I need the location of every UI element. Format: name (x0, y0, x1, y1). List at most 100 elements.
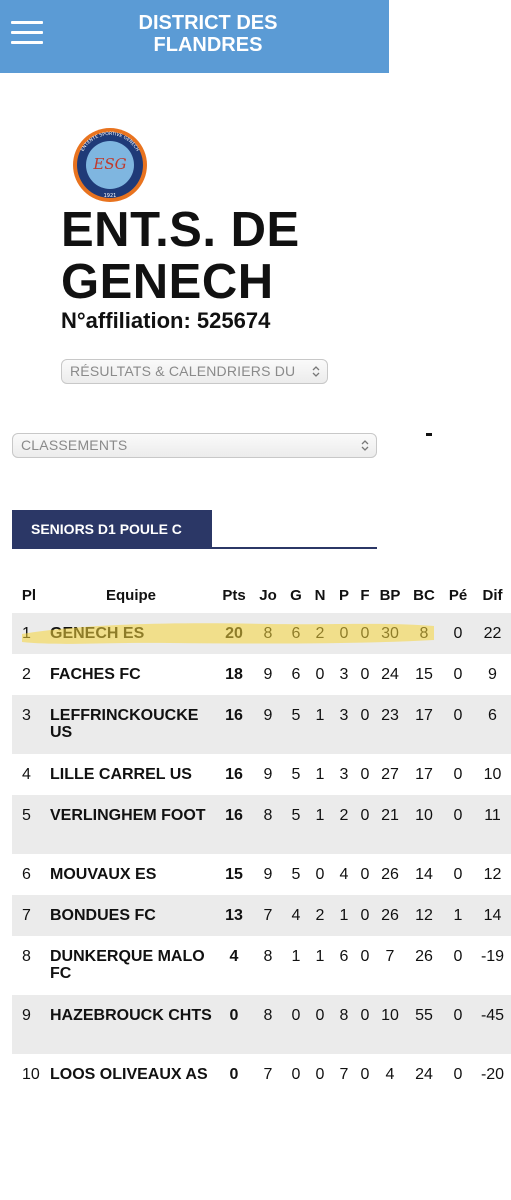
cell-bc: 26 (415, 948, 433, 965)
cell-jo: 8 (263, 807, 273, 824)
cell-dif: -19 (480, 948, 505, 965)
crest-year: 1921 (104, 193, 117, 199)
cell-team[interactable]: GENECH ES (46, 613, 216, 654)
cell-pos: 6 (22, 866, 31, 883)
cell-jo: 9 (263, 866, 273, 883)
divider-mark (426, 433, 432, 436)
cell-bp: 30 (381, 625, 399, 642)
cell-n: 1 (315, 807, 325, 824)
cell-p: 7 (339, 1066, 349, 1083)
cell-g: 0 (291, 1007, 301, 1024)
classement-select[interactable]: CLASSEMENTS (12, 433, 377, 458)
cell-pos: 8 (22, 948, 31, 965)
table-row: 5 VERLINGHEM FOOT 16 8 5 1 2 0 21 10 0 1… (12, 795, 511, 854)
cell-g: 5 (291, 866, 301, 883)
cell-dif: 22 (483, 625, 502, 642)
cell-team[interactable]: DUNKERQUE MALO FC (46, 936, 216, 995)
cell-dif: 10 (483, 766, 502, 783)
cell-pe: 0 (453, 866, 463, 883)
header-team: Equipe (105, 586, 156, 604)
cell-pts: 16 (225, 766, 243, 783)
cell-jo: 9 (263, 666, 273, 683)
table-row: 9 HAZEBROUCK CHTS 0 8 0 0 8 0 10 55 0 -4… (12, 995, 511, 1054)
cell-p: 3 (339, 766, 349, 783)
cell-team[interactable]: BONDUES FC (46, 895, 216, 936)
tab-underline (212, 547, 377, 549)
cell-f: 0 (360, 948, 370, 965)
cell-bp: 4 (385, 1066, 395, 1083)
cell-pe: 0 (453, 625, 463, 642)
cell-bp: 7 (385, 948, 395, 965)
cell-pts: 20 (225, 625, 243, 642)
cell-p: 8 (339, 1007, 349, 1024)
cell-bc: 55 (415, 1007, 433, 1024)
top-bar: DISTRICT DES FLANDRES (0, 0, 389, 73)
cell-g: 6 (291, 666, 301, 683)
cell-f: 0 (360, 707, 370, 724)
cell-g: 1 (291, 948, 301, 965)
cell-f: 0 (360, 807, 370, 824)
header-pts: Pts (222, 586, 246, 604)
cell-bp: 21 (381, 807, 399, 824)
cell-bp: 10 (381, 1007, 399, 1024)
cell-dif: 6 (488, 707, 497, 724)
crest-initials: ESG (92, 155, 126, 173)
table-row: 2 FACHES FC 18 9 6 0 3 0 24 15 0 9 (12, 654, 511, 695)
cell-pe: 0 (453, 1007, 463, 1024)
header-n: N (314, 586, 326, 604)
cell-bc: 17 (415, 707, 433, 724)
cell-jo: 7 (263, 907, 273, 924)
cell-f: 0 (360, 907, 370, 924)
hamburger-menu-icon[interactable] (11, 21, 43, 45)
club-name: ENT.S. DE GENECH (61, 203, 300, 309)
cell-pos: 4 (22, 766, 31, 783)
cell-pts: 16 (225, 807, 243, 824)
cell-bc: 15 (415, 666, 433, 683)
cell-team[interactable]: FACHES FC (46, 654, 216, 695)
cell-bp: 27 (381, 766, 399, 783)
tab-seniors-d1-poule-c[interactable]: SENIORS D1 POULE C (12, 510, 212, 549)
cell-team[interactable]: HAZEBROUCK CHTS (46, 995, 216, 1054)
cell-p: 1 (339, 907, 349, 924)
cell-bp: 23 (381, 707, 399, 724)
site-title[interactable]: DISTRICT DES FLANDRES (100, 12, 316, 56)
cell-f: 0 (360, 1007, 370, 1024)
cell-pts: 0 (229, 1066, 239, 1083)
cell-n: 1 (315, 707, 325, 724)
table-row: 7 BONDUES FC 13 7 4 2 1 0 26 12 1 14 (12, 895, 511, 936)
cell-dif: 14 (483, 907, 502, 924)
header-pos: Pl (21, 586, 37, 604)
table-row: 6 MOUVAUX ES 15 9 5 0 4 0 26 14 0 12 (12, 854, 511, 895)
header-g: G (290, 586, 302, 604)
cell-team[interactable]: LOOS OLIVEAUX AS (46, 1054, 216, 1113)
cell-pts: 15 (225, 866, 243, 883)
cell-n: 0 (315, 866, 325, 883)
cell-n: 0 (315, 666, 325, 683)
header-jo: Jo (259, 586, 277, 604)
cell-dif: 12 (483, 866, 502, 883)
cell-jo: 9 (263, 707, 273, 724)
cell-p: 0 (339, 625, 349, 642)
results-calendar-select[interactable]: RÉSULTATS & CALENDRIERS DU (61, 359, 328, 384)
cell-f: 0 (360, 766, 370, 783)
cell-team[interactable]: LEFFRINCKOUCKE US (46, 695, 216, 754)
cell-jo: 8 (263, 948, 273, 965)
cell-team[interactable]: VERLINGHEM FOOT (46, 795, 216, 854)
cell-g: 6 (291, 625, 301, 642)
cell-pts: 16 (225, 707, 243, 724)
results-select-value: RÉSULTATS & CALENDRIERS DU (70, 363, 296, 379)
header-dif: Dif (482, 586, 503, 604)
cell-team[interactable]: LILLE CARREL US (46, 754, 216, 795)
cell-jo: 9 (263, 766, 273, 783)
standings-table: Pl Equipe Pts Jo G N P F BP BC Pé Dif 1 … (12, 577, 511, 1113)
cell-jo: 8 (263, 1007, 273, 1024)
table-row: 10 LOOS OLIVEAUX AS 0 7 0 0 7 0 4 24 0 -… (12, 1054, 511, 1113)
cell-g: 5 (291, 707, 301, 724)
cell-g: 4 (291, 907, 301, 924)
cell-pos: 2 (22, 666, 31, 683)
cell-pts: 13 (225, 907, 243, 924)
cell-n: 1 (315, 948, 325, 965)
cell-team[interactable]: MOUVAUX ES (46, 854, 216, 895)
cell-jo: 7 (263, 1066, 273, 1083)
cell-pe: 0 (453, 707, 463, 724)
